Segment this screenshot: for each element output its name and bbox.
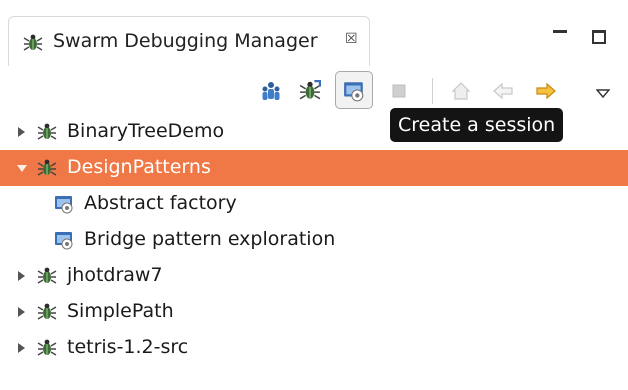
view-menu-icon[interactable] <box>595 84 611 103</box>
swarm-bug-icon <box>23 33 43 53</box>
tree-item-designpatterns[interactable]: DesignPatterns <box>0 150 628 186</box>
swarm-import-icon[interactable] <box>299 80 321 102</box>
session-icon <box>54 230 74 250</box>
tree-item-bridge-pattern-exploration[interactable]: Bridge pattern exploration <box>0 222 628 258</box>
expand-arrow-icon[interactable] <box>18 343 25 353</box>
tree-item-simplepath[interactable]: SimplePath <box>0 294 628 330</box>
back-arrow-icon <box>492 80 514 102</box>
session-icon <box>54 194 74 214</box>
expand-arrow-icon[interactable] <box>18 271 25 281</box>
swarm-people-icon[interactable] <box>260 80 282 102</box>
tree-item-binarytreedemo[interactable]: BinaryTreeDemo <box>0 114 628 150</box>
project-bug-icon <box>37 338 57 358</box>
close-icon[interactable]: ☒ <box>345 31 358 47</box>
create-session-icon[interactable] <box>343 80 365 102</box>
tree-item-label: DesignPatterns <box>67 156 211 178</box>
expand-arrow-icon[interactable] <box>18 307 25 317</box>
tree-item-abstract-factory[interactable]: Abstract factory <box>0 186 628 222</box>
tree-item-label: tetris-1.2-src <box>67 336 189 358</box>
tree-item-tetris[interactable]: tetris-1.2-src <box>0 330 628 366</box>
view-tab[interactable]: Swarm Debugging Manager ☒ <box>8 16 370 66</box>
tree-item-label: BinaryTreeDemo <box>67 120 225 142</box>
home-icon <box>450 80 472 102</box>
minimize-icon[interactable] <box>553 30 567 33</box>
tree-item-jhotdraw7[interactable]: jhotdraw7 <box>0 258 628 294</box>
tree-item-label: Bridge pattern exploration <box>84 228 336 250</box>
project-bug-icon <box>37 302 57 322</box>
expand-arrow-icon[interactable] <box>18 127 25 137</box>
stop-icon <box>388 80 410 102</box>
project-bug-icon <box>37 122 57 142</box>
project-bug-icon <box>37 158 57 178</box>
maximize-icon[interactable] <box>592 30 606 44</box>
tree-item-label: SimplePath <box>67 300 174 322</box>
session-tree[interactable]: BinaryTreeDemo DesignPatterns Abstract f… <box>0 114 628 366</box>
tree-item-label: jhotdraw7 <box>67 264 163 286</box>
forward-arrow-icon[interactable] <box>535 80 557 102</box>
view-title: Swarm Debugging Manager <box>53 30 318 52</box>
project-bug-icon <box>37 266 57 286</box>
collapse-arrow-icon[interactable] <box>17 165 27 172</box>
toolbar-separator <box>432 78 433 104</box>
tree-item-label: Abstract factory <box>84 192 237 214</box>
